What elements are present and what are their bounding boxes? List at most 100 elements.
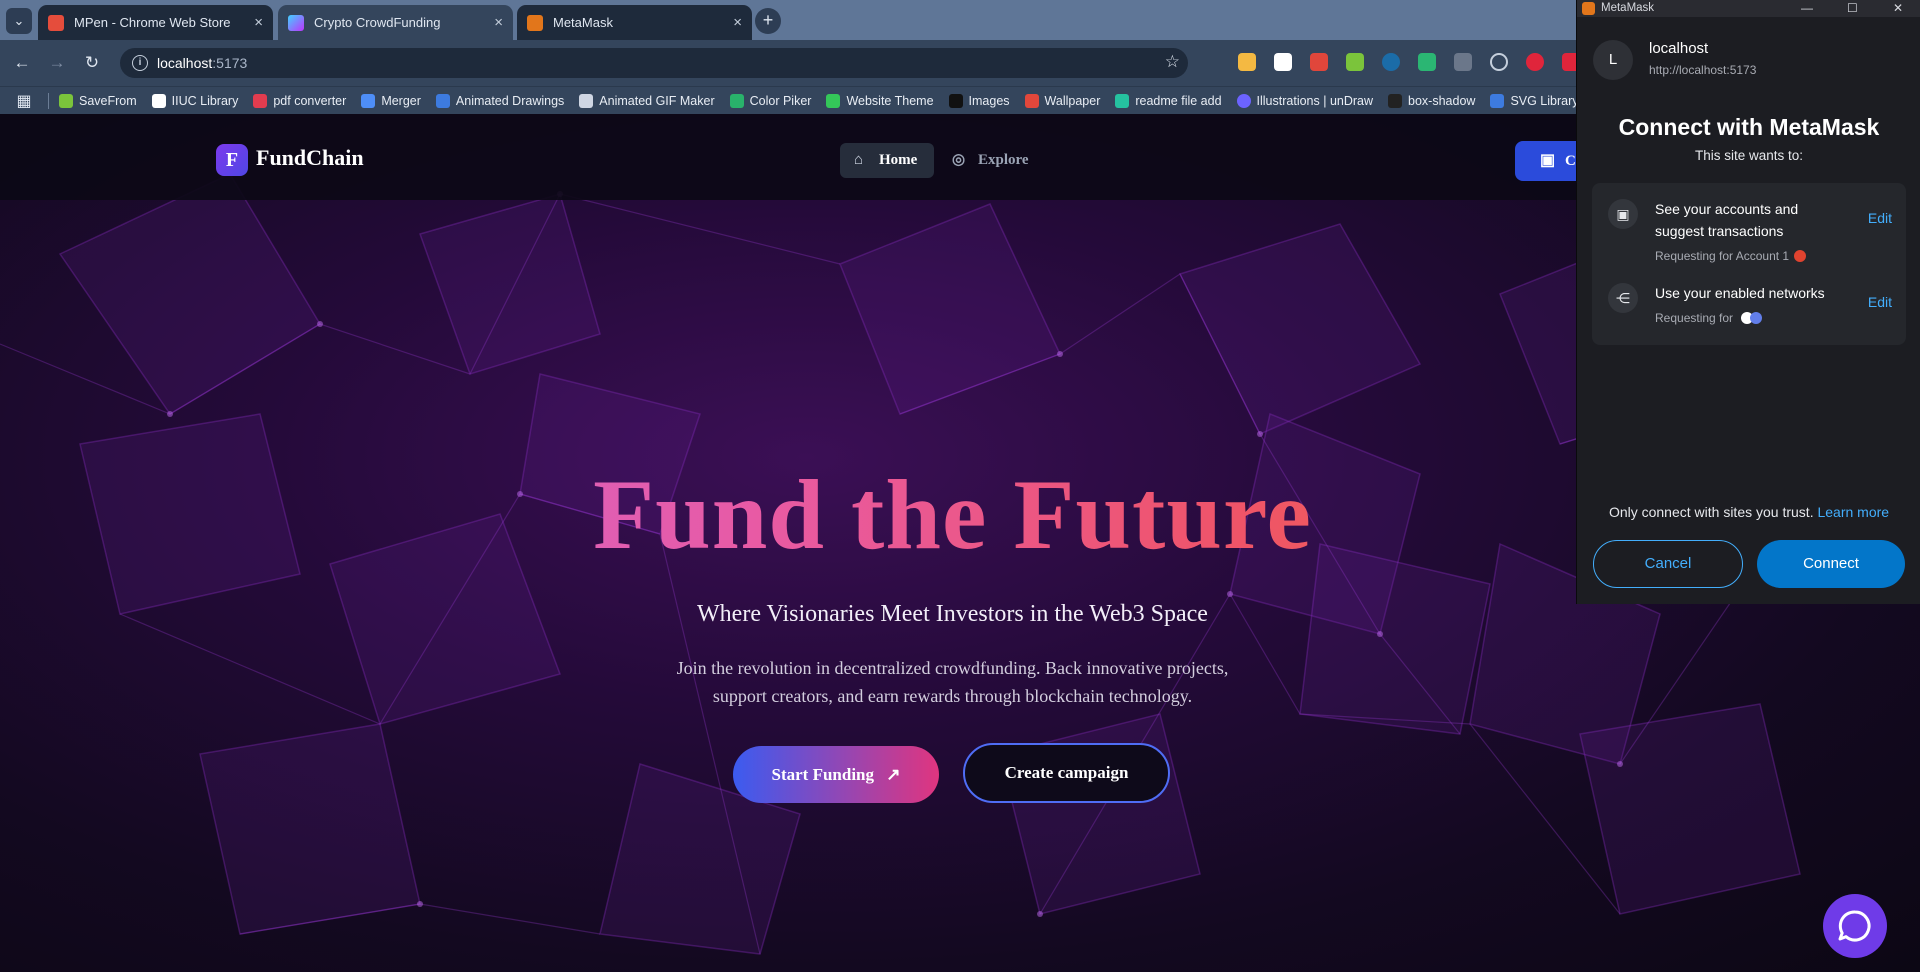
box-shadow-icon [1388, 93, 1403, 108]
permission-accounts-title: See your accounts and suggest transactio… [1655, 201, 1799, 239]
bookmark-animated-drawings[interactable]: Animated Drawings [435, 93, 564, 108]
wallet-icon: ▣ [1540, 152, 1556, 169]
hero-description: Join the revolution in decentralized cro… [0, 654, 1905, 710]
wallpaper-icon [1024, 93, 1039, 108]
create-campaign-button[interactable]: Create campaign [963, 743, 1170, 803]
wallet-icon: ▣ [1608, 199, 1638, 229]
bookmark-color-piker[interactable]: Color Piker [729, 93, 811, 108]
gif-maker-icon [579, 93, 594, 108]
learn-more-link[interactable]: Learn more [1817, 504, 1889, 520]
tab-title: Crypto CrowdFunding [314, 15, 441, 30]
minimize-icon[interactable]: — [1801, 0, 1813, 16]
connect-wallet-label: C [1565, 153, 1576, 169]
nav-explore[interactable]: ◎ Explore [948, 143, 1038, 178]
animated-drawings-icon [435, 93, 450, 108]
nav-home-label: Home [879, 152, 918, 168]
undraw-icon [1236, 93, 1251, 108]
back-arrow-icon[interactable]: ← [10, 51, 34, 75]
url-text: localhost:5173 [157, 55, 248, 71]
chat-button[interactable] [1823, 894, 1887, 958]
bookmark-readme-file-add[interactable]: readme file add [1115, 93, 1222, 108]
reload-icon[interactable]: ↻ [80, 51, 104, 75]
bookmark-iiuc-library[interactable]: IIUC Library [151, 93, 238, 108]
forward-arrow-icon[interactable]: → [45, 51, 69, 75]
metamask-fox-icon [527, 14, 543, 31]
download-extension-icon[interactable] [1346, 53, 1364, 71]
extension-icon[interactable] [1382, 53, 1400, 71]
close-tab-icon[interactable]: × [494, 14, 503, 31]
bookmark-illustrations-undraw[interactable]: Illustrations | unDraw [1236, 93, 1373, 108]
fundchain-logo-icon[interactable]: F [216, 144, 248, 176]
permissions-card: ▣ See your accounts and suggest transact… [1592, 183, 1906, 345]
pdf-extension-icon[interactable] [1310, 53, 1328, 71]
site-url: http://localhost:5173 [1649, 63, 1757, 77]
close-tab-icon[interactable]: × [254, 14, 263, 31]
start-funding-button[interactable]: Start Funding ↗ [733, 746, 939, 803]
vite-icon [288, 14, 304, 31]
bookmark-website-theme[interactable]: Website Theme [826, 93, 934, 108]
hero-description-line: Join the revolution in decentralized cro… [676, 658, 1229, 678]
bookmark-star-icon[interactable]: ☆ [1165, 52, 1180, 72]
arrow-up-right-icon: ↗ [886, 765, 901, 784]
images-icon [948, 93, 963, 108]
readme-icon [1115, 93, 1130, 108]
metamask-window: MetaMask — ☐ ✕ L localhost http://localh… [1576, 0, 1920, 604]
bookmark-savefrom[interactable]: SaveFrom [59, 93, 137, 108]
extension-icon[interactable] [1526, 53, 1544, 71]
merger-icon [361, 93, 376, 108]
tab-search-button[interactable]: ⌄ [6, 8, 32, 34]
tab-crypto-crowdfunding[interactable]: Crypto CrowdFunding × [278, 5, 513, 40]
brand-name[interactable]: FundChain [256, 145, 364, 171]
permissions-intro: This site wants to: [1694, 148, 1804, 163]
savefrom-icon [59, 93, 73, 108]
compass-extension-icon[interactable] [1490, 53, 1508, 71]
edit-accounts-link[interactable]: Edit [1868, 210, 1892, 226]
permission-accounts-subtitle: Requesting for Account 1 [1655, 249, 1807, 263]
tab-chrome-web-store[interactable]: MPen - Chrome Web Store × [38, 5, 273, 40]
trust-notice: Only connect with sites you trust. Learn… [1608, 504, 1890, 520]
bookmark-animated-gif-maker[interactable]: Animated GIF Maker [579, 93, 715, 108]
site-host: localhost [1649, 40, 1709, 57]
extension-icon[interactable] [1454, 53, 1472, 71]
permission-networks-title: Use your enabled networks [1655, 285, 1825, 301]
metamask-fox-icon [1582, 2, 1595, 15]
metamask-window-title: MetaMask [1601, 2, 1655, 14]
bookmark-merger[interactable]: Merger [361, 93, 421, 108]
eyedropper-extension-icon[interactable] [1274, 53, 1292, 71]
compass-icon: ◎ [952, 152, 966, 168]
bookmark-box-shadow[interactable]: box-shadow [1388, 93, 1475, 108]
hero-description-line: support creators, and earn rewards throu… [712, 686, 1193, 706]
tab-title: MPen - Chrome Web Store [74, 15, 231, 30]
network-tree-icon: ⋲ [1608, 283, 1638, 313]
account-avatar-icon [1794, 250, 1807, 262]
home-icon: ⌂ [854, 152, 864, 168]
tab-metamask[interactable]: MetaMask × [517, 5, 752, 40]
bookmark-pdf-converter[interactable]: pdf converter [253, 93, 346, 108]
bookmark-separator [48, 92, 49, 109]
extension-icon[interactable] [1238, 53, 1256, 71]
maximize-icon[interactable]: ☐ [1847, 0, 1858, 16]
connect-heading: Connect with MetaMask [1618, 114, 1880, 140]
apps-grid-icon[interactable]: ▦ [0, 91, 48, 111]
extension-icon[interactable] [1418, 53, 1436, 71]
bookmark-images[interactable]: Images [948, 93, 1010, 108]
ethereum-icon [1750, 312, 1763, 324]
start-funding-label: Start Funding [771, 765, 875, 784]
nav-home[interactable]: ⌂ Home [840, 143, 934, 178]
pdf-converter-icon [253, 93, 268, 108]
new-tab-button[interactable]: + [755, 8, 781, 34]
hero-subtitle: Where Visionaries Meet Investors in the … [697, 601, 1208, 627]
site-avatar: L [1593, 40, 1633, 80]
bookmark-wallpaper[interactable]: Wallpaper [1024, 93, 1100, 108]
bookmark-svg-library[interactable]: SVG Library [1490, 93, 1579, 108]
website-theme-icon [826, 93, 841, 108]
connect-button[interactable]: Connect [1757, 540, 1905, 588]
address-bar[interactable]: i localhost:5173 ☆ [120, 48, 1188, 78]
edit-networks-link[interactable]: Edit [1868, 294, 1892, 310]
svg-library-icon [1490, 93, 1505, 108]
close-tab-icon[interactable]: × [733, 14, 742, 31]
close-icon[interactable]: ✕ [1893, 0, 1903, 16]
site-info-icon[interactable]: i [132, 55, 148, 71]
tab-title: MetaMask [553, 15, 613, 30]
cancel-button[interactable]: Cancel [1593, 540, 1743, 588]
